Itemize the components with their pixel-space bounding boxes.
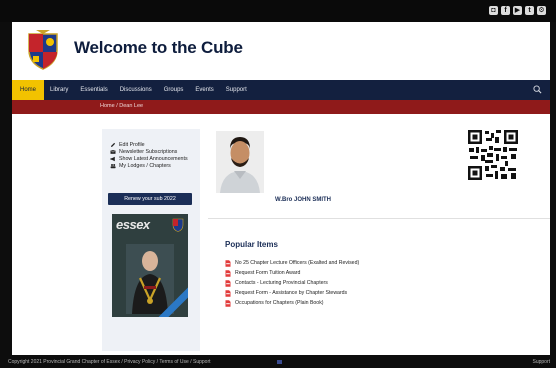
- popular-items-title: Popular Items: [225, 240, 278, 249]
- qr-code[interactable]: [467, 129, 519, 181]
- popular-item[interactable]: Request Form Tuition Award: [225, 268, 359, 278]
- popular-item-label: Request Form - Assistance by Chapter Ste…: [235, 290, 348, 296]
- gear-icon[interactable]: ⚙: [537, 6, 546, 15]
- menu-item-newsletter[interactable]: Newsletter Subscriptions: [110, 148, 188, 155]
- twitter-icon[interactable]: t: [525, 6, 534, 15]
- popular-items-list: No 25 Chapter Lecture Officers (Exalted …: [225, 258, 359, 308]
- main-content: Edit Profile Newsletter Subscriptions Sh…: [12, 114, 550, 355]
- popular-item[interactable]: Contacts - Lecturing Provincial Chapters: [225, 278, 359, 288]
- pdf-icon: [225, 279, 231, 287]
- popular-item-label: Occupations for Chapters (Plain Book): [235, 300, 324, 306]
- menu-item-lodges[interactable]: My Lodges / Chapters: [110, 162, 188, 169]
- popular-item[interactable]: Request Form - Assistance by Chapter Ste…: [225, 288, 359, 298]
- magazine-title: essex: [116, 217, 150, 232]
- profile-name: W.Bro JOHN SMITH: [275, 197, 332, 203]
- menu-item-label: Edit Profile: [119, 141, 145, 148]
- profile-menu: Edit Profile Newsletter Subscriptions Sh…: [110, 141, 188, 169]
- browser-frame: ◘ f ▶ t ⚙ Welcome to the Cube Home Libra…: [0, 0, 556, 368]
- nav-item-discussions[interactable]: Discussions: [114, 80, 158, 100]
- nav-item-support[interactable]: Support: [220, 80, 253, 100]
- main-navigation: Home Library Essentials Discussions Grou…: [12, 80, 550, 100]
- site-footer: Copyright 2021 Provincial Grand Chapter …: [0, 355, 556, 368]
- footer-flag-icon: [277, 360, 282, 364]
- top-bar: ◘ f ▶ t ⚙: [0, 0, 556, 22]
- nav-item-groups[interactable]: Groups: [158, 80, 190, 100]
- group-icon: [110, 163, 116, 168]
- pencil-icon: [111, 142, 116, 147]
- menu-item-label: Newsletter Subscriptions: [119, 148, 178, 155]
- content-divider: [208, 218, 550, 219]
- breadcrumb[interactable]: Home / Dean Lee: [100, 103, 143, 109]
- popular-item-label: Contacts - Lecturing Provincial Chapters: [235, 280, 328, 286]
- search-icon[interactable]: [533, 85, 542, 94]
- megaphone-icon: [110, 156, 115, 161]
- nav-item-events[interactable]: Events: [189, 80, 219, 100]
- page: Welcome to the Cube Home Library Essenti…: [12, 22, 550, 355]
- footer-support-link[interactable]: Support: [532, 359, 550, 365]
- envelope-icon: [110, 149, 116, 154]
- nav-item-home[interactable]: Home: [12, 80, 45, 100]
- pdf-icon: [225, 269, 231, 277]
- popular-item[interactable]: No 25 Chapter Lecture Officers (Exalted …: [225, 258, 359, 268]
- menu-item-label: Show Latest Announcements: [119, 155, 188, 162]
- menu-item-label: My Lodges / Chapters: [119, 162, 171, 169]
- site-title[interactable]: Welcome to the Cube: [74, 38, 243, 58]
- facebook-icon[interactable]: f: [501, 6, 510, 15]
- social-links: ◘ f ▶ t ⚙: [489, 6, 546, 15]
- footer-links[interactable]: Copyright 2021 Provincial Grand Chapter …: [8, 359, 211, 365]
- menu-item-announcements[interactable]: Show Latest Announcements: [110, 155, 188, 162]
- renew-button-label: Renew your sub 2022: [124, 196, 176, 202]
- profile-sidebar: Edit Profile Newsletter Subscriptions Sh…: [102, 129, 200, 351]
- site-header: Welcome to the Cube: [12, 22, 550, 80]
- crest-logo[interactable]: [26, 30, 60, 70]
- youtube-icon[interactable]: ▶: [513, 6, 522, 15]
- magazine-portrait: [126, 244, 174, 314]
- pdf-icon: [225, 289, 231, 297]
- popular-item-label: No 25 Chapter Lecture Officers (Exalted …: [235, 260, 360, 266]
- renew-subscription-button[interactable]: Renew your sub 2022: [108, 193, 192, 205]
- breadcrumb-bar: Home / Dean Lee: [12, 100, 550, 114]
- pdf-icon: [225, 299, 231, 307]
- menu-item-edit-profile[interactable]: Edit Profile: [110, 141, 188, 148]
- nav-item-library[interactable]: Library: [44, 80, 74, 100]
- profile-photo[interactable]: [216, 131, 264, 193]
- popular-item-label: Request Form Tuition Award: [235, 270, 301, 276]
- pdf-icon: [225, 259, 231, 267]
- popular-item[interactable]: Occupations for Chapters (Plain Book): [225, 298, 359, 308]
- nav-item-essentials[interactable]: Essentials: [74, 80, 113, 100]
- magazine-crest-icon: [172, 218, 184, 232]
- magazine-cover[interactable]: essex: [112, 214, 188, 317]
- instagram-icon[interactable]: ◘: [489, 6, 498, 15]
